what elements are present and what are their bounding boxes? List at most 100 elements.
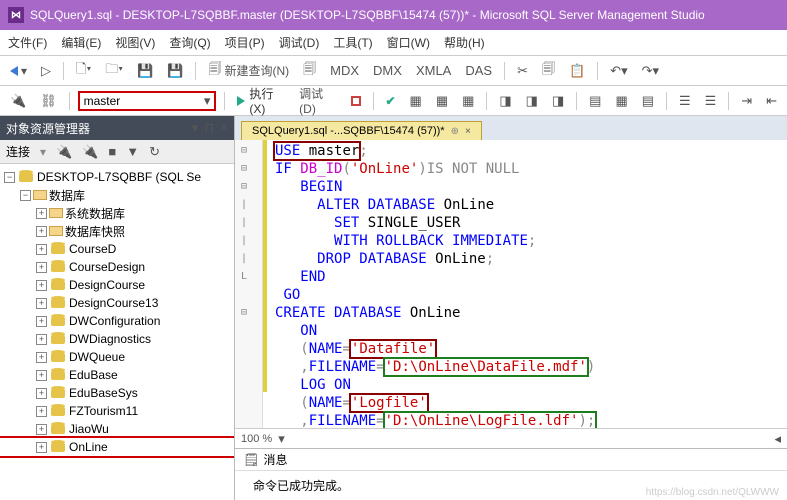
save-button[interactable]: 💾 bbox=[133, 61, 157, 81]
db-item-online[interactable]: +OnLine bbox=[0, 438, 234, 456]
disconnect-icon[interactable]: 🔌 bbox=[82, 144, 98, 160]
menu-project[interactable]: 项目(P) bbox=[225, 34, 265, 51]
debug-button[interactable]: 调试(D) bbox=[295, 83, 340, 118]
pin-icon[interactable]: ⊕ bbox=[451, 126, 459, 137]
db-item[interactable]: +CourseD bbox=[0, 240, 234, 258]
connect-label[interactable]: 连接 bbox=[6, 143, 30, 160]
xmla-button[interactable]: XMLA bbox=[412, 61, 455, 80]
expand-icon[interactable]: + bbox=[36, 334, 47, 345]
menu-debug[interactable]: 调试(D) bbox=[279, 34, 320, 51]
mdx-button[interactable]: MDX bbox=[326, 61, 363, 80]
databases-folder[interactable]: −数据库 bbox=[0, 186, 234, 204]
expand-icon[interactable]: + bbox=[36, 406, 47, 417]
copy-button[interactable]: 🗐 bbox=[538, 58, 559, 84]
outdent-button[interactable]: ⇤ bbox=[762, 91, 781, 111]
db-item[interactable]: +DesignCourse bbox=[0, 276, 234, 294]
zoom-value[interactable]: 100 % bbox=[241, 433, 272, 445]
include-plan-button[interactable]: ◨ bbox=[495, 91, 515, 111]
editor-tab[interactable]: SQLQuery1.sql -...SQBBF\15474 (57))* ⊕ × bbox=[241, 121, 482, 140]
db-item[interactable]: +EduBase bbox=[0, 366, 234, 384]
uncomment-button[interactable]: ☰ bbox=[701, 91, 721, 111]
db-item[interactable]: +CourseDesign bbox=[0, 258, 234, 276]
object-tree[interactable]: −DESKTOP-L7SQBBF (SQL Se −数据库 +系统数据库 +数据… bbox=[0, 164, 234, 500]
results-file-button[interactable]: ▤ bbox=[638, 91, 658, 111]
redo-button[interactable]: ↷▾ bbox=[638, 61, 663, 81]
refresh-icon[interactable]: ↻ bbox=[149, 144, 160, 160]
include-live-button[interactable]: ◨ bbox=[548, 91, 568, 111]
disconnect-button[interactable]: ⛓ bbox=[36, 91, 61, 111]
menu-help[interactable]: 帮助(H) bbox=[444, 34, 485, 51]
database-icon bbox=[51, 262, 65, 272]
expand-icon[interactable]: + bbox=[36, 298, 47, 309]
expand-icon[interactable]: + bbox=[36, 262, 47, 273]
expand-icon[interactable]: + bbox=[36, 208, 47, 219]
save-all-button[interactable]: 💾 bbox=[163, 61, 187, 81]
expand-icon[interactable]: + bbox=[36, 352, 47, 363]
results-text-button[interactable]: ▤ bbox=[585, 91, 605, 111]
menu-query[interactable]: 查询(Q) bbox=[169, 34, 210, 51]
collapse-icon[interactable]: − bbox=[4, 172, 15, 183]
db-item[interactable]: +DWDiagnostics bbox=[0, 330, 234, 348]
new-query-button[interactable]: 🗐新建查询(N) bbox=[204, 58, 293, 84]
code-body[interactable]: ⊟USE master; ⊟IF DB_ID('OnLine')IS NOT N… bbox=[235, 140, 787, 428]
parse-button[interactable]: ✔ bbox=[381, 92, 399, 110]
database-icon bbox=[51, 334, 65, 344]
filter-icon[interactable]: ▼ bbox=[126, 144, 139, 159]
expand-icon[interactable]: + bbox=[36, 316, 47, 327]
collapse-icon[interactable]: − bbox=[20, 190, 31, 201]
cut-button[interactable]: ✂ bbox=[513, 61, 532, 81]
query-options-button[interactable]: ▦ bbox=[432, 91, 452, 111]
db-snapshots[interactable]: +数据库快照 bbox=[0, 222, 234, 240]
menu-window[interactable]: 窗口(W) bbox=[387, 34, 430, 51]
nav-back-button[interactable]: ▾ bbox=[6, 62, 31, 80]
open-button[interactable]: 🗀▾ bbox=[101, 58, 127, 84]
new-project-button[interactable]: 🗋▾ bbox=[72, 58, 95, 84]
database-selector[interactable]: master ▾ bbox=[78, 91, 217, 111]
undo-button[interactable]: ↶▾ bbox=[606, 61, 631, 81]
close-icon[interactable]: × bbox=[465, 126, 471, 137]
expand-icon[interactable]: + bbox=[36, 442, 47, 453]
expand-icon[interactable]: + bbox=[36, 424, 47, 435]
menu-tools[interactable]: 工具(T) bbox=[333, 34, 372, 51]
folder-icon bbox=[33, 190, 47, 200]
dmx-button[interactable]: DMX bbox=[369, 61, 406, 80]
system-databases[interactable]: +系统数据库 bbox=[0, 204, 234, 222]
menu-view[interactable]: 视图(V) bbox=[115, 34, 155, 51]
expand-icon[interactable]: + bbox=[36, 244, 47, 255]
db-item[interactable]: +FZTourism11 bbox=[0, 402, 234, 420]
db-item[interactable]: +DesignCourse13 bbox=[0, 294, 234, 312]
db-item[interactable]: +EduBaseSys bbox=[0, 384, 234, 402]
sql-editor[interactable]: ⊟USE master; ⊟IF DB_ID('OnLine')IS NOT N… bbox=[235, 140, 787, 428]
change-conn-button[interactable]: 🔌 bbox=[6, 91, 30, 111]
expand-icon[interactable]: + bbox=[36, 388, 47, 399]
pin-icon[interactable]: ⊓ bbox=[204, 120, 214, 136]
comment-button[interactable]: ☰ bbox=[675, 91, 695, 111]
expand-icon[interactable]: + bbox=[36, 226, 47, 237]
chevron-down-icon[interactable]: ▾ bbox=[278, 431, 285, 447]
menu-edit[interactable]: 编辑(E) bbox=[61, 34, 101, 51]
dropdown-icon[interactable]: ▾ bbox=[192, 120, 199, 136]
menu-file[interactable]: 文件(F) bbox=[8, 34, 47, 51]
das-button[interactable]: DAS bbox=[461, 61, 496, 80]
expand-icon[interactable]: + bbox=[36, 280, 47, 291]
expand-icon[interactable]: + bbox=[36, 370, 47, 381]
intellisense-button[interactable]: ▦ bbox=[458, 91, 478, 111]
include-stats-button[interactable]: ◨ bbox=[522, 91, 542, 111]
db-item[interactable]: +DWConfiguration bbox=[0, 312, 234, 330]
toolbar-main: ▾ ▷ 🗋▾ 🗀▾ 💾 💾 🗐新建查询(N) 🗐 MDX DMX XMLA DA… bbox=[0, 56, 787, 86]
server-node[interactable]: −DESKTOP-L7SQBBF (SQL Se bbox=[0, 168, 234, 186]
engine-query-button[interactable]: 🗐 bbox=[299, 58, 320, 84]
indent-button[interactable]: ⇥ bbox=[737, 91, 756, 111]
db-item[interactable]: +JiaoWu bbox=[0, 420, 234, 438]
close-icon[interactable]: × bbox=[220, 120, 228, 136]
results-grid-button[interactable]: ▦ bbox=[611, 91, 631, 111]
database-icon bbox=[51, 388, 65, 398]
execute-button[interactable]: 执行(X) bbox=[233, 83, 289, 118]
connect-icon[interactable]: 🔌 bbox=[56, 144, 72, 160]
window-title: SQLQuery1.sql - DESKTOP-L7SQBBF.master (… bbox=[30, 8, 705, 22]
estimated-plan-button[interactable]: ▦ bbox=[406, 91, 426, 111]
db-item[interactable]: +DWQueue bbox=[0, 348, 234, 366]
paste-button[interactable]: 📋 bbox=[565, 61, 589, 81]
stop-icon-2[interactable]: ■ bbox=[108, 144, 116, 159]
messages-tab[interactable]: 🗒消息 bbox=[235, 449, 787, 471]
